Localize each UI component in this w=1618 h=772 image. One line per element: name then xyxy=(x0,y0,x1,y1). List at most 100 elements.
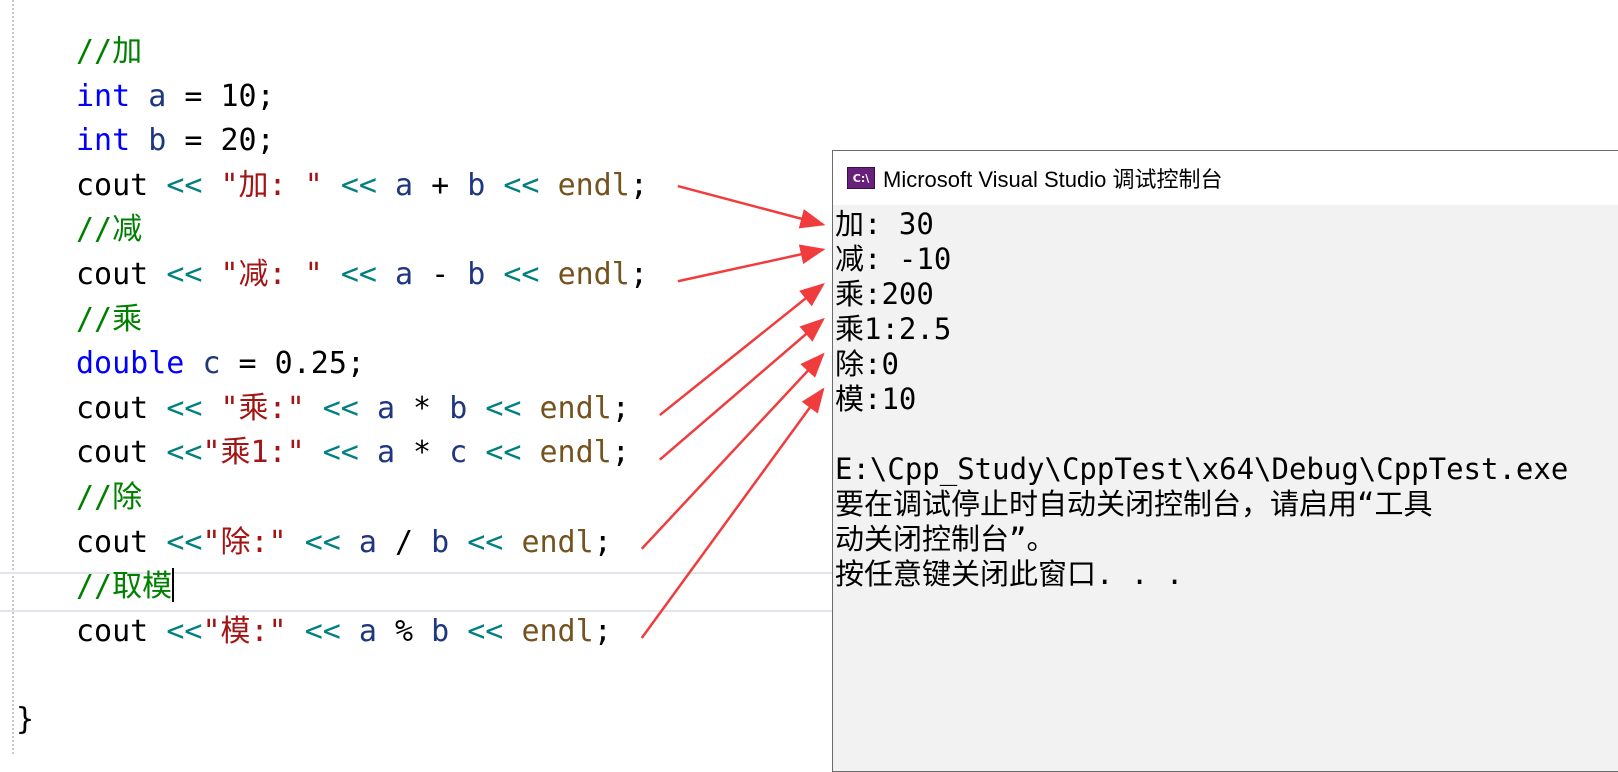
code-line[interactable]: cout <<"乘1:" << a * c << endl; xyxy=(76,431,648,476)
code-token: = 0.25; xyxy=(220,346,365,382)
code-token: c xyxy=(449,435,468,471)
code-line[interactable]: double c = 0.25; xyxy=(76,342,648,387)
code-line[interactable]: int b = 20; xyxy=(76,119,648,164)
code-token: ; xyxy=(629,167,648,203)
code-line[interactable]: int a = 10; xyxy=(76,75,648,120)
code-token: ; xyxy=(611,435,630,471)
console-titlebar[interactable]: C:\ Microsoft Visual Studio 调试控制台 xyxy=(833,151,1618,205)
console-output-line: 动关闭控制台”。 xyxy=(835,522,1056,556)
code-line[interactable]: //加 xyxy=(76,30,648,75)
code-token: a xyxy=(395,167,414,203)
code-line[interactable]: cout <<"除:" << a / b << endl; xyxy=(76,521,648,566)
code-token: //除 xyxy=(76,479,143,515)
code-line[interactable]: cout << "乘:" << a * b << endl; xyxy=(76,387,648,432)
code-token: endl xyxy=(521,613,594,649)
code-token: << xyxy=(166,524,203,560)
code-editor[interactable]: //加 int a = 10; int b = 20; cout << "加: " <… xyxy=(76,30,648,744)
console-output-line: 模:10 xyxy=(835,382,917,416)
code-line[interactable] xyxy=(76,654,648,699)
code-token: b xyxy=(449,390,468,426)
code-token: c xyxy=(202,346,221,382)
code-token: "加: " xyxy=(220,167,323,203)
console-output-line: 加: 30 xyxy=(835,207,934,241)
code-line[interactable]: cout << "加: " << a + b << endl; xyxy=(76,164,648,209)
code-token: cout xyxy=(76,613,167,649)
code-token: << xyxy=(467,613,504,649)
code-token: / xyxy=(376,524,432,560)
code-token: a xyxy=(395,256,414,292)
code-token: endl xyxy=(521,524,594,560)
annotation-arrow xyxy=(677,184,826,229)
code-token: a xyxy=(358,613,377,649)
code-token: "乘1:" xyxy=(202,435,305,471)
code-line[interactable]: cout << "减: " << a - b << endl; xyxy=(76,253,648,298)
code-token: << xyxy=(304,524,341,560)
code-token: b xyxy=(148,123,167,159)
console-output-line: 乘:200 xyxy=(835,277,934,311)
code-token: "乘:" xyxy=(220,390,305,426)
console-output-line: E:\Cpp_Study\CppTest\x64\Debug\CppTest.e… xyxy=(835,452,1569,486)
code-token: int xyxy=(76,123,131,159)
code-token: "减: " xyxy=(220,256,323,292)
code-token: "除:" xyxy=(202,524,287,560)
code-token: double xyxy=(76,346,185,382)
code-token: endl xyxy=(557,167,630,203)
debug-console-window[interactable]: C:\ Microsoft Visual Studio 调试控制台 加: 30 减… xyxy=(832,150,1618,772)
code-token: //加 xyxy=(76,34,143,69)
code-token: ; xyxy=(611,390,630,426)
code-token: ; xyxy=(593,613,612,649)
code-token: b xyxy=(467,256,486,292)
code-token: //乘 xyxy=(76,301,143,337)
console-app-icon: C:\ xyxy=(847,167,875,189)
code-token: cout xyxy=(76,524,167,560)
console-title: Microsoft Visual Studio 调试控制台 xyxy=(883,167,1223,192)
code-line[interactable]: //乘 xyxy=(76,298,648,343)
code-token: b xyxy=(431,524,450,560)
code-token: b xyxy=(431,613,450,649)
code-token: cout xyxy=(76,167,167,203)
annotation-arrow xyxy=(640,352,825,550)
code-token: int xyxy=(76,78,131,114)
code-token: - xyxy=(413,256,468,292)
code-line[interactable] xyxy=(76,699,648,744)
code-token: a xyxy=(376,435,395,471)
code-line[interactable]: //除 xyxy=(76,476,648,521)
code-token: << xyxy=(467,524,504,560)
console-output-line: 要在调试停止时自动关闭控制台，请启用“工具 xyxy=(835,487,1433,521)
code-token: << xyxy=(340,167,377,203)
console-output-line: 按任意键关闭此窗口. . . xyxy=(835,557,1184,591)
code-token: << xyxy=(166,167,203,203)
code-line[interactable]: cout <<"模:" << a % b << endl; xyxy=(76,610,648,655)
code-token: a xyxy=(376,390,395,426)
code-token: ; xyxy=(629,256,648,292)
code-token: << xyxy=(166,390,203,426)
code-token: << xyxy=(166,256,203,292)
code-token: = 20; xyxy=(166,123,275,159)
code-token: endl xyxy=(539,390,612,426)
code-line[interactable]: //减 xyxy=(76,208,648,253)
code-token: << xyxy=(322,435,359,471)
code-token: ; xyxy=(593,524,612,560)
code-line[interactable]: //取模 xyxy=(76,565,648,610)
code-token: b xyxy=(467,167,486,203)
code-token: << xyxy=(503,167,540,203)
